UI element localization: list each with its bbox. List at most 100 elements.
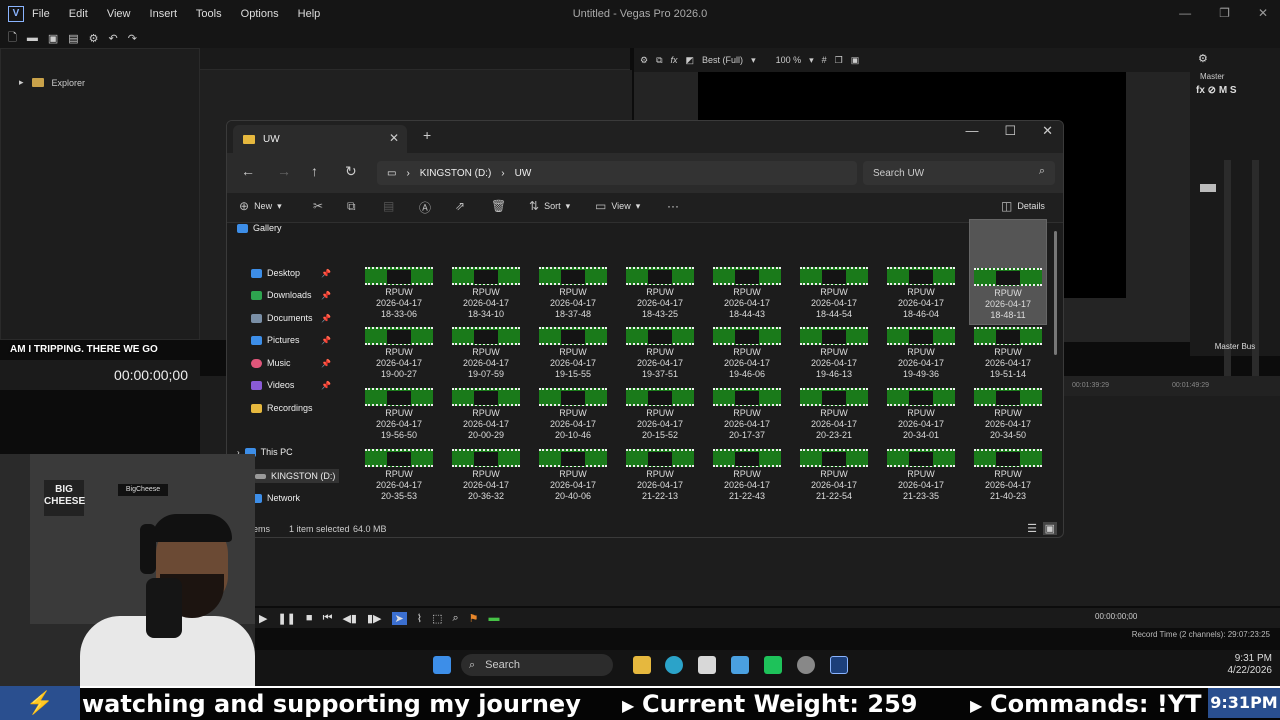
file-tile[interactable]: RPUW 2026-04-17 19-46-06 [708, 325, 786, 385]
menu-options[interactable]: Options [241, 8, 279, 20]
tiles-view-icon[interactable]: ▣ [1042, 522, 1057, 535]
master-fx-buttons[interactable]: fx ⊘ M S [1196, 85, 1237, 96]
sidebar-item-downloads[interactable]: Downloads 📌 [251, 290, 331, 300]
preview-zoom-select[interactable]: 100 % [776, 55, 802, 65]
new-file-icon[interactable]: 🗋 [8, 29, 17, 48]
details-view-icon[interactable]: ☰ [1027, 522, 1037, 535]
file-tile[interactable]: RPUW 2026-04-17 18-44-54 [795, 265, 873, 325]
redo-icon[interactable]: ↷ [128, 32, 137, 45]
file-tile[interactable]: RPUW 2026-04-17 19-00-27 [360, 325, 438, 385]
file-tile[interactable]: RPUW 2026-04-17 21-22-54 [795, 447, 873, 507]
file-tile[interactable]: RPUW 2026-04-17 19-46-13 [795, 325, 873, 385]
render-icon[interactable]: ▤ [68, 32, 78, 45]
settings-icon[interactable]: ⚙ [640, 55, 648, 66]
snapshot-icon[interactable]: ▣ [851, 55, 860, 66]
play-icon[interactable]: ▶ [259, 612, 267, 625]
up-arrow-icon[interactable]: ↑ [311, 163, 318, 179]
selection-tool-icon[interactable]: ⬚ [432, 612, 442, 625]
taskbar-search[interactable]: ⌕ Search [461, 654, 613, 676]
back-arrow-icon[interactable]: ← [241, 163, 255, 179]
pause-icon[interactable]: ❚❚ [277, 612, 295, 625]
save-icon[interactable]: ▣ [48, 32, 58, 45]
copy-button[interactable]: ⧉ [347, 199, 356, 214]
file-tile[interactable]: RPUW 2026-04-17 20-23-21 [795, 386, 873, 446]
expand-arrow-icon[interactable]: ▸ [19, 77, 24, 88]
gear-icon[interactable]: ⚙ [89, 32, 99, 45]
split-screen-icon[interactable]: ◩ [686, 55, 695, 66]
system-tray[interactable]: 9:31 PM 4/22/2026 [1228, 653, 1273, 677]
sidebar-item-gallery[interactable]: Gallery [237, 223, 282, 233]
pin-icon[interactable]: 📌 [321, 359, 331, 368]
file-tile[interactable]: RPUW 2026-04-17 19-15-55 [534, 325, 612, 385]
forward-arrow-icon[interactable]: → [277, 163, 291, 179]
open-folder-icon[interactable]: ▬ [27, 32, 38, 44]
normal-edit-tool-icon[interactable]: ➤ [391, 611, 407, 625]
paste-button[interactable]: ▤ [383, 199, 394, 213]
fx-icon[interactable]: fx [671, 55, 678, 65]
windows-start-icon[interactable] [433, 656, 451, 674]
file-tile[interactable]: RPUW 2026-04-17 19-07-59 [447, 325, 525, 385]
refresh-icon[interactable]: ↻ [345, 163, 357, 180]
menu-tools[interactable]: Tools [196, 8, 222, 20]
share-button[interactable]: ⇗ [455, 199, 465, 213]
explorer-tab[interactable]: UW ✕ [233, 125, 407, 153]
cut-button[interactable]: ✂ [313, 199, 323, 213]
sidebar-item-recordings[interactable]: Recordings [251, 403, 313, 413]
zoom-tool-icon[interactable]: ⌕ [453, 612, 459, 625]
file-tile[interactable]: RPUW 2026-04-17 20-15-52 [621, 386, 699, 446]
copy-snapshot-icon[interactable]: ❐ [835, 55, 843, 66]
pin-icon[interactable]: 📌 [321, 314, 331, 323]
file-tile[interactable]: RPUW 2026-04-17 21-23-35 [882, 447, 960, 507]
breadcrumb-folder[interactable]: UW [515, 168, 532, 179]
snapping-icon[interactable]: ▬ [489, 612, 500, 624]
sidebar-item-music[interactable]: Music 📌 [251, 358, 331, 368]
marker-icon[interactable]: ⚑ [469, 612, 479, 625]
maximize-icon[interactable]: ❐ [1219, 6, 1230, 20]
chevron-down-icon[interactable]: ▾ [809, 55, 814, 66]
sort-button[interactable]: ⇅ Sort ▾ [529, 199, 570, 213]
store-icon[interactable] [698, 656, 716, 674]
sidebar-item-network[interactable]: Network [251, 493, 300, 503]
external-monitor-icon[interactable]: ⧉ [656, 55, 662, 66]
view-button[interactable]: ▭ View ▾ [595, 199, 640, 213]
rename-button[interactable]: Ⓐ [419, 199, 431, 216]
more-options-button[interactable]: ··· [667, 199, 679, 213]
scrollbar[interactable] [1054, 231, 1057, 355]
timeline-ruler[interactable]: 00:01:39:29 00:01:49:29 [1064, 376, 1280, 396]
stop-icon[interactable]: ■ [306, 612, 313, 624]
file-tile[interactable]: RPUW 2026-04-17 18-37-48 [534, 265, 612, 325]
file-tile[interactable]: RPUW 2026-04-17 20-17-37 [708, 386, 786, 446]
edge-browser-icon[interactable] [665, 656, 683, 674]
file-tile[interactable]: RPUW 2026-04-17 19-49-36 [882, 325, 960, 385]
file-tile[interactable]: RPUW 2026-04-17 21-22-13 [621, 447, 699, 507]
file-tile[interactable]: RPUW 2026-04-17 19-51-14 [969, 325, 1047, 385]
explorer-tree-item[interactable]: ▸ Explorer [19, 77, 85, 88]
file-tile[interactable]: RPUW 2026-04-17 20-35-53 [360, 447, 438, 507]
file-tile[interactable]: RPUW 2026-04-17 18-48-11 [969, 219, 1047, 325]
file-tile[interactable]: RPUW 2026-04-17 20-34-50 [969, 386, 1047, 446]
file-tile[interactable]: RPUW 2026-04-17 20-40-06 [534, 447, 612, 507]
next-frame-icon[interactable]: ▮▶ [367, 612, 382, 625]
go-to-start-icon[interactable]: ⏮ [323, 612, 333, 625]
sidebar-item-pictures[interactable]: Pictures 📌 [251, 335, 331, 345]
menu-file[interactable]: File [32, 8, 50, 20]
menu-help[interactable]: Help [298, 8, 321, 20]
file-tile[interactable]: RPUW 2026-04-17 18-46-04 [882, 265, 960, 325]
file-tile[interactable]: RPUW 2026-04-17 18-34-10 [447, 265, 525, 325]
new-tab-icon[interactable]: + [423, 127, 431, 143]
file-tile[interactable]: RPUW 2026-04-17 20-00-29 [447, 386, 525, 446]
grid-icon[interactable]: # [822, 55, 827, 65]
previous-frame-icon[interactable]: ◀▮ [342, 612, 357, 625]
pin-icon[interactable]: 📌 [321, 381, 331, 390]
close-icon[interactable]: ✕ [1258, 6, 1268, 20]
file-tile[interactable]: RPUW 2026-04-17 18-33-06 [360, 265, 438, 325]
close-tab-icon[interactable]: ✕ [389, 131, 399, 145]
delete-button[interactable]: 🗑 [491, 199, 506, 213]
master-fader[interactable] [1200, 184, 1216, 192]
details-button[interactable]: ◫ Details [1001, 199, 1045, 213]
undo-icon[interactable]: ↶ [109, 32, 118, 45]
file-tile[interactable]: RPUW 2026-04-17 18-44-43 [708, 265, 786, 325]
close-icon[interactable]: ✕ [1042, 123, 1053, 139]
preview-quality-select[interactable]: Best (Full) [702, 55, 743, 65]
minimize-icon[interactable]: — [965, 123, 978, 139]
